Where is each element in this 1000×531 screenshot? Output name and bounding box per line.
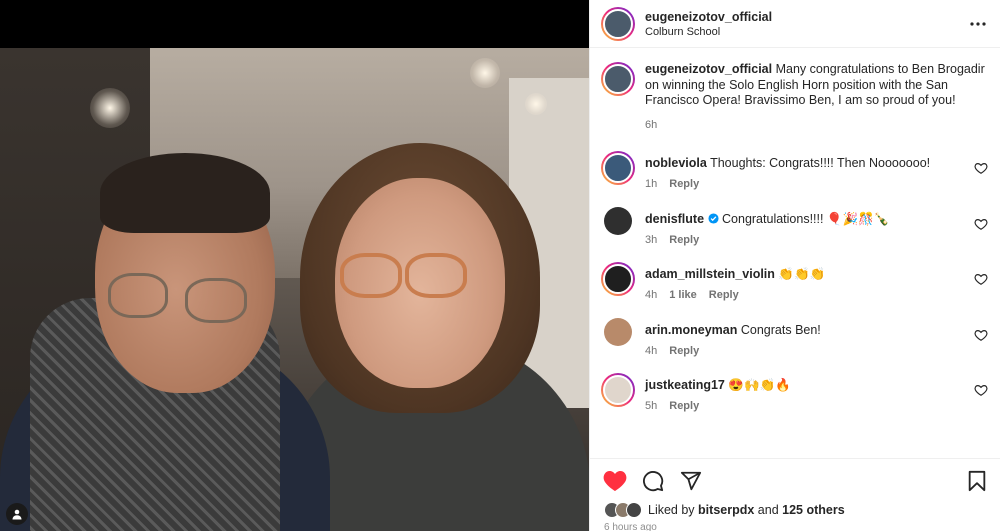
comment-like-heart-icon[interactable]: [974, 161, 988, 175]
comment-item: adam_millstein_violin 👏👏👏 4h 1 like Repl…: [601, 262, 988, 318]
comment-time: 3h: [645, 233, 658, 246]
commenter-avatar[interactable]: [604, 317, 632, 346]
post-side-panel: eugeneizotov_official Colburn School eug…: [589, 0, 1000, 531]
comment-item: justkeating17 😍🙌👏🔥 5h Reply: [601, 373, 988, 429]
commenter-username[interactable]: arin.moneyman: [645, 323, 737, 337]
comment-like-count[interactable]: 1 like: [669, 289, 697, 301]
post-media-area: [0, 0, 589, 531]
more-options-icon[interactable]: [968, 14, 988, 34]
verified-icon: [707, 212, 722, 226]
likes-others-count[interactable]: 125 others: [782, 503, 845, 517]
caption-author-avatar[interactable]: [601, 62, 635, 96]
comment-time: 4h: [645, 289, 658, 301]
comment-item: arin.moneyman Congrats Ben! 4h Reply: [601, 317, 988, 374]
comment-like-heart-icon[interactable]: [974, 383, 988, 397]
author-username[interactable]: eugeneizotov_official: [645, 10, 968, 24]
photo-light: [90, 88, 130, 128]
comment-item: nobleviola Thoughts: Congrats!!!! Then N…: [601, 151, 988, 207]
liked-by-prefix: Liked by: [648, 503, 695, 517]
commenter-avatar[interactable]: [601, 373, 635, 407]
comment-time: 4h: [645, 344, 658, 357]
photo-light: [525, 93, 547, 115]
caption-username[interactable]: eugeneizotov_official: [645, 62, 772, 76]
comment-reply-button[interactable]: Reply: [669, 234, 699, 246]
commenter-avatar[interactable]: [601, 262, 635, 296]
post-timestamp: 6 hours ago: [604, 522, 657, 531]
person-left-glasses: [185, 278, 247, 323]
post-caption: eugeneizotov_official Many congratulatio…: [601, 62, 988, 133]
commenter-avatar[interactable]: [604, 206, 632, 235]
comment-reply-button[interactable]: Reply: [669, 178, 699, 190]
post-photo[interactable]: [0, 48, 589, 531]
comment-text: Congratulations!!!! 🎈🎉🎊🍾: [722, 211, 890, 226]
comment-reply-button[interactable]: Reply: [669, 400, 699, 412]
liked-by-and: and: [757, 503, 779, 517]
user-tag-icon[interactable]: [6, 503, 28, 525]
commenter-username[interactable]: justkeating17: [645, 378, 725, 392]
comment-like-heart-icon[interactable]: [974, 217, 988, 231]
comment-reply-button[interactable]: Reply: [709, 289, 739, 301]
bookmark-icon[interactable]: [965, 469, 989, 493]
comment-icon[interactable]: [641, 469, 665, 493]
post-header: eugeneizotov_official Colburn School: [590, 0, 1000, 48]
liked-by-user[interactable]: bitserpdx: [698, 503, 754, 517]
likes-summary: Liked by bitserpdx and 125 others: [604, 502, 845, 518]
liker-avatar: [626, 502, 642, 518]
post-view: eugeneizotov_official Colburn School eug…: [0, 0, 1000, 531]
caption-time: 6h: [645, 118, 658, 131]
liker-avatars: [604, 502, 642, 518]
comment-text: Congrats Ben!: [740, 322, 821, 337]
comment-time: 5h: [645, 400, 658, 412]
person-left-hair: [100, 153, 270, 233]
comment-item: denisflute Congratulations!!!! 🎈🎉🎊🍾 3h R…: [601, 206, 988, 263]
heart-icon[interactable]: [603, 469, 627, 493]
commenter-username[interactable]: denisflute: [645, 212, 704, 226]
comments-list[interactable]: eugeneizotov_official Many congratulatio…: [590, 48, 1000, 455]
post-actions-bar: [590, 458, 1000, 502]
person-right-glasses: [340, 253, 402, 298]
comment-text: 😍🙌👏🔥: [728, 378, 791, 392]
post-location[interactable]: Colburn School: [645, 26, 968, 38]
person-left-glasses: [108, 273, 168, 318]
commenter-username[interactable]: adam_millstein_violin: [645, 267, 775, 281]
comment-time: 1h: [645, 178, 658, 190]
photo-light: [470, 58, 500, 88]
comment-text: 👏👏👏: [778, 267, 826, 281]
commenter-username[interactable]: nobleviola: [645, 156, 707, 170]
author-avatar[interactable]: [601, 6, 635, 41]
share-icon[interactable]: [679, 469, 703, 493]
comment-like-heart-icon[interactable]: [974, 328, 988, 342]
comment-reply-button[interactable]: Reply: [669, 345, 699, 357]
commenter-avatar[interactable]: [601, 151, 635, 185]
comment-text: Thoughts: Congrats!!!! Then Nooooooo!: [710, 156, 931, 170]
comment-like-heart-icon[interactable]: [974, 272, 988, 286]
person-right-glasses: [405, 253, 467, 298]
